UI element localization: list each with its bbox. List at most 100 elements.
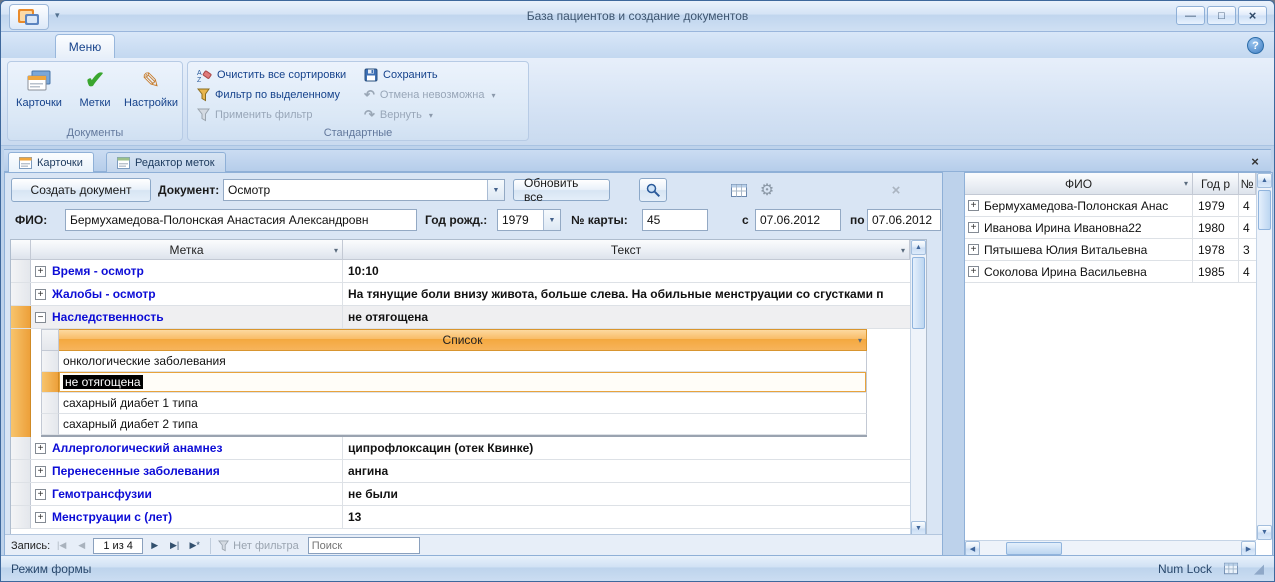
sort-dropdown-icon[interactable]: ▾ (1184, 179, 1188, 188)
refresh-all-button[interactable]: Обновить все (513, 176, 610, 204)
row-selector-current[interactable] (11, 329, 31, 437)
tab-close-button[interactable]: × (1247, 153, 1263, 169)
settings-button[interactable]: ✎ Настройки (124, 64, 178, 126)
next-record-button[interactable]: ▶ (146, 538, 163, 554)
previous-record-button[interactable]: ◀ (73, 538, 90, 554)
column-header-year[interactable]: Год р (1193, 173, 1239, 195)
expand-icon[interactable]: + (35, 288, 46, 300)
expand-icon[interactable]: + (35, 442, 46, 454)
table-row[interactable]: + Жалобы - осмотр На тянущие боли внизу ж… (11, 283, 910, 306)
last-record-button[interactable]: ▶| (166, 538, 183, 554)
subdatasheet-corner-cell[interactable] (41, 329, 59, 351)
birth-year-combo[interactable]: 1979 ▼ (497, 209, 561, 231)
app-menu-button[interactable] (9, 4, 49, 30)
filter-selection-button[interactable]: Фильтр по выделенному (193, 85, 350, 105)
row-selector[interactable] (11, 483, 31, 505)
table-row[interactable]: + Время - осмотр 10:10 (11, 260, 910, 283)
subdatasheet-column-header[interactable]: Список ▾ (59, 329, 867, 351)
sort-dropdown-icon[interactable]: ▾ (901, 246, 905, 255)
column-header-text[interactable]: Текст ▾ (343, 240, 910, 260)
scroll-left-button[interactable]: ◀ (965, 541, 980, 556)
expand-icon[interactable]: + (35, 511, 46, 523)
row-selector[interactable] (11, 460, 31, 482)
scroll-up-button[interactable]: ▲ (911, 240, 926, 255)
list-item[interactable]: сахарный диабет 1 типа (41, 393, 867, 414)
scroll-right-button[interactable]: ▶ (1241, 541, 1256, 556)
table-row[interactable]: + Менструации с (лет) 13 (11, 506, 910, 529)
patients-vertical-scrollbar[interactable]: ▲ ▼ (1256, 173, 1272, 540)
sub-row-selector[interactable] (41, 351, 59, 372)
table-row[interactable]: + Гемотрансфузии не были (11, 483, 910, 506)
table-row-expanded[interactable]: − Наследственность не отягощена (11, 306, 910, 329)
ribbon-tab-menu[interactable]: Меню (55, 34, 115, 58)
list-item-selected[interactable]: не отягощена (41, 372, 867, 393)
new-record-button[interactable]: ▶* (186, 538, 203, 554)
patient-row[interactable]: + Пятышева Юлия Витальевна 1978 3 (965, 239, 1256, 261)
create-document-button[interactable]: Создать документ (11, 178, 151, 202)
undo-button[interactable]: ↶ Отмена невозможна ▾ (360, 85, 500, 105)
patient-row[interactable]: + Иванова Ирина Ивановна22 1980 4 (965, 217, 1256, 239)
list-item[interactable]: сахарный диабет 2 типа (41, 414, 867, 435)
tab-label-editor[interactable]: Редактор меток (106, 152, 226, 173)
sort-dropdown-icon[interactable]: ▾ (858, 336, 862, 345)
apply-filter-button[interactable]: Применить фильтр (193, 105, 350, 125)
expand-icon[interactable]: + (35, 488, 46, 500)
row-selector[interactable] (11, 437, 31, 459)
save-button[interactable]: Сохранить (360, 65, 500, 85)
redo-button[interactable]: ↷ Вернуть ▾ (360, 105, 500, 125)
minimize-button[interactable]: — (1176, 6, 1205, 25)
document-combo[interactable]: Осмотр ▼ (223, 179, 505, 201)
row-selector[interactable] (11, 506, 31, 528)
date-to-input[interactable] (867, 209, 941, 231)
row-selector-current[interactable] (11, 306, 31, 328)
row-selector[interactable] (11, 260, 31, 282)
birth-year-combo-arrow[interactable]: ▼ (543, 210, 560, 230)
table-row[interactable]: + Аллергологический анамнез ципрофлоксаци… (11, 437, 910, 460)
sort-dropdown-icon[interactable]: ▾ (334, 246, 338, 255)
patients-horizontal-scrollbar[interactable]: ◀ ▶ (965, 540, 1256, 556)
expand-icon[interactable]: + (968, 244, 979, 255)
patient-row[interactable]: + Бермухамедова-Полонская Анас 1979 4 (965, 195, 1256, 217)
scroll-down-button[interactable]: ▼ (1257, 525, 1272, 540)
search-button[interactable] (639, 178, 667, 202)
expand-icon[interactable]: + (35, 465, 46, 477)
date-from-input[interactable] (755, 209, 841, 231)
row-selector[interactable] (11, 283, 31, 305)
datasheet-view-toggle-icon[interactable] (1224, 562, 1238, 575)
column-header-label[interactable]: Метка ▾ (31, 240, 343, 260)
patient-row[interactable]: + Соколова Ирина Васильевна 1985 4 (965, 261, 1256, 283)
close-button[interactable]: × (1238, 6, 1267, 25)
record-search-input[interactable] (307, 537, 420, 554)
record-count[interactable]: 1 из 4 (93, 537, 144, 554)
expand-icon[interactable]: + (968, 266, 979, 277)
list-item[interactable]: онкологические заболевания (41, 351, 867, 372)
expand-icon[interactable]: + (968, 222, 979, 233)
collapse-icon[interactable]: − (35, 311, 46, 323)
fio-input[interactable] (65, 209, 417, 231)
sub-row-selector[interactable] (41, 393, 59, 414)
cards-button[interactable]: Карточки (12, 64, 66, 126)
tab-cards[interactable]: Карточки (8, 152, 94, 173)
document-combo-arrow[interactable]: ▼ (487, 180, 504, 200)
scrollbar-thumb[interactable] (912, 257, 925, 329)
scrollbar-thumb[interactable] (1258, 190, 1271, 230)
clear-sorts-button[interactable]: A Z Очистить все сортировки (193, 65, 350, 85)
maximize-button[interactable]: □ (1207, 6, 1236, 25)
scroll-up-button[interactable]: ▲ (1257, 173, 1272, 188)
scrollbar-thumb[interactable] (1006, 542, 1062, 555)
sub-row-selector-current[interactable] (41, 372, 59, 393)
grid-corner-cell[interactable] (11, 240, 31, 260)
table-row[interactable]: + Перенесенные заболевания ангина (11, 460, 910, 483)
properties-button[interactable]: ⚙ (753, 178, 781, 202)
quick-access-dropdown-icon[interactable]: ▾ (55, 10, 60, 21)
resize-grip-icon[interactable]: ◢ (1254, 561, 1264, 577)
clear-filter-button[interactable]: × (882, 178, 910, 202)
help-button[interactable]: ? (1247, 37, 1264, 54)
card-number-input[interactable] (642, 209, 708, 231)
datasheet-view-button[interactable] (725, 178, 753, 202)
grid-vertical-scrollbar[interactable]: ▲ ▼ (910, 240, 926, 536)
marks-button[interactable]: ✔ Метки (68, 64, 122, 126)
column-header-fio[interactable]: ФИО ▾ (965, 173, 1193, 195)
filter-indicator[interactable]: Нет фильтра (218, 540, 299, 552)
sub-row-selector[interactable] (41, 414, 59, 435)
